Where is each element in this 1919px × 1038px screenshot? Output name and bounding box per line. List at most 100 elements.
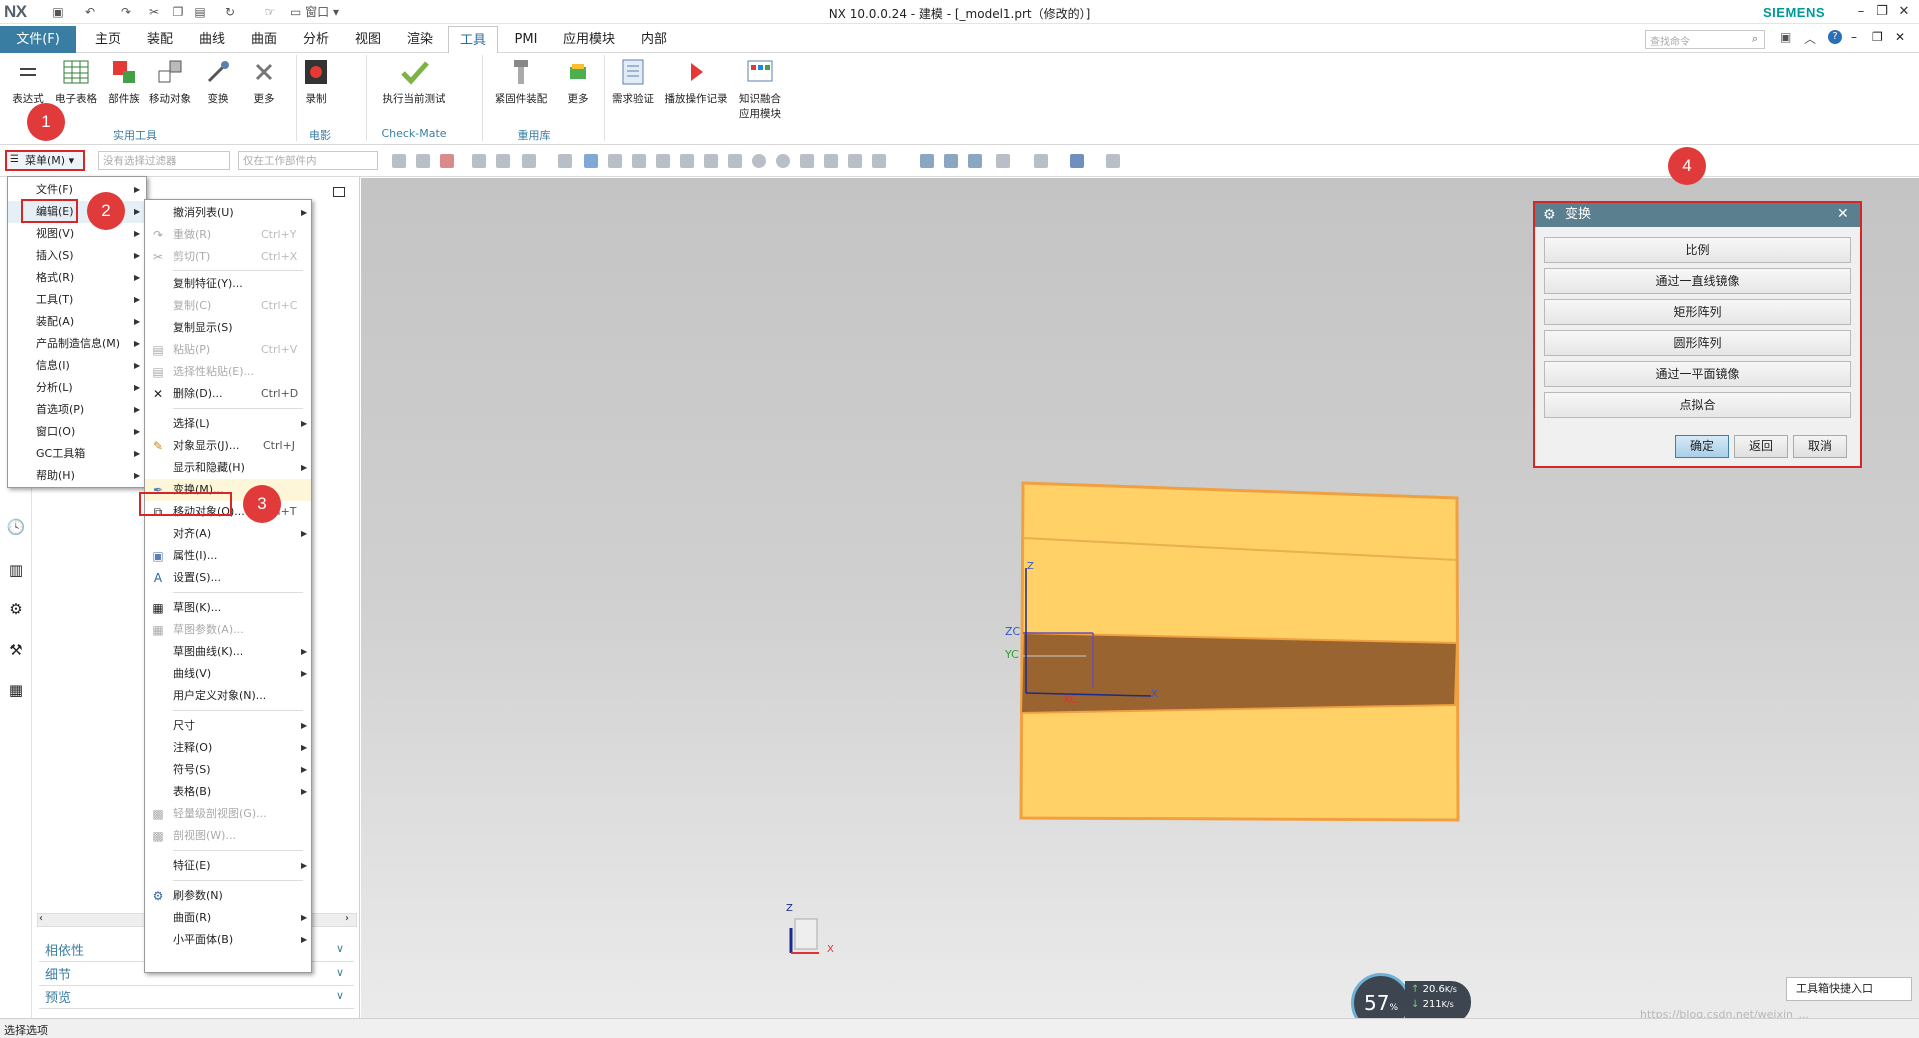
- curve-icon[interactable]: [680, 154, 694, 168]
- doc-close-icon[interactable]: ✕: [1895, 30, 1905, 44]
- tab-render[interactable]: 渲染: [400, 26, 440, 53]
- tab-surface[interactable]: 曲面: [244, 26, 284, 53]
- tab-analysis[interactable]: 分析: [296, 26, 336, 53]
- more-reuse-button[interactable]: 更多: [558, 57, 598, 119]
- menu-item-assembly[interactable]: 装配(A) ▶: [8, 311, 146, 333]
- menu-item-annotation[interactable]: 注释(O) ▶: [145, 737, 311, 759]
- doc-minimize-icon[interactable]: –: [1851, 30, 1857, 44]
- menu-item-pmi[interactable]: 产品制造信息(M) ▶: [8, 333, 146, 355]
- menu-item-tools[interactable]: 工具(T) ▶: [8, 289, 146, 311]
- chevron-down-icon[interactable]: ∨: [336, 989, 344, 1002]
- paste-icon[interactable]: ▤: [192, 4, 208, 20]
- orient-view-icon[interactable]: [1070, 154, 1084, 168]
- selection-filter-dropdown[interactable]: 没有选择过滤器: [98, 151, 230, 170]
- knowledge-fusion-button[interactable]: 知识融合应用模块: [734, 57, 786, 120]
- menu-item-insert[interactable]: 插入(S) ▶: [8, 245, 146, 267]
- menu-item-view[interactable]: 视图(V) ▶: [8, 223, 146, 245]
- snap-icon[interactable]: [416, 154, 430, 168]
- intersection-icon[interactable]: [728, 154, 742, 168]
- selection-scope-dropdown[interactable]: 仅在工作部件内: [238, 151, 378, 170]
- menu-item-symbol[interactable]: 符号(S) ▶: [145, 759, 311, 781]
- shaded-icon[interactable]: [584, 154, 598, 168]
- select-icon[interactable]: [440, 154, 454, 168]
- menu-item-file[interactable]: 文件(F) ▶: [8, 179, 146, 201]
- scroll-left-icon[interactable]: ‹: [39, 913, 43, 924]
- help-icon[interactable]: ?: [1828, 30, 1842, 44]
- menu-item-properties[interactable]: ▣ 属性(I)...: [145, 545, 311, 567]
- menu-item-udo[interactable]: 用户定义对象(N)...: [145, 685, 311, 707]
- chevron-down-icon[interactable]: ∨: [336, 966, 344, 979]
- record-button[interactable]: 录制: [298, 57, 334, 119]
- curve-icon[interactable]: [704, 154, 718, 168]
- search-icon[interactable]: ⌕: [1752, 32, 1758, 46]
- menu-item-copy-feature[interactable]: 复制特征(Y)...: [145, 273, 311, 295]
- zoom-icon[interactable]: [944, 154, 958, 168]
- line-icon[interactable]: [824, 154, 838, 168]
- circle-icon[interactable]: [752, 154, 766, 168]
- menu-item-delete[interactable]: ✕ 删除(D)... Ctrl+D: [145, 383, 311, 405]
- display-mode-icon[interactable]: ▣: [1780, 30, 1791, 44]
- tab-file[interactable]: 文件(F): [0, 26, 76, 53]
- palette-icon[interactable]: ▥: [6, 560, 26, 580]
- back-button[interactable]: 返回: [1734, 435, 1788, 458]
- menu-item-show-hide[interactable]: 显示和隐藏(H) ▶: [145, 457, 311, 479]
- fit-view-icon[interactable]: [920, 154, 934, 168]
- chevron-down-icon[interactable]: ∨: [336, 942, 344, 955]
- menu-item-brush-parameters[interactable]: ⚙ 刷参数(N): [145, 885, 311, 907]
- tab-curve[interactable]: 曲线: [192, 26, 232, 53]
- point-icon[interactable]: [848, 154, 862, 168]
- layout-icon[interactable]: [996, 154, 1010, 168]
- run-current-test-button[interactable]: 执行当前测试: [376, 57, 452, 119]
- collapse-ribbon-icon[interactable]: ︿: [1804, 30, 1816, 47]
- tab-home[interactable]: 主页: [88, 26, 128, 53]
- touch-mode-icon[interactable]: ☞: [262, 4, 278, 20]
- history-icon[interactable]: 🕓: [6, 517, 26, 537]
- menu-item-analysis[interactable]: 分析(L) ▶: [8, 377, 146, 399]
- doc-restore-icon[interactable]: ❐: [1872, 30, 1883, 44]
- menu-item-selection[interactable]: 选择(L) ▶: [145, 413, 311, 435]
- menu-item-preferences[interactable]: 首选项(P) ▶: [8, 399, 146, 421]
- menu-item-copy-display[interactable]: 复制显示(S): [145, 317, 311, 339]
- menu-item-object-display[interactable]: ✎ 对象显示(J)... Ctrl+J: [145, 435, 311, 457]
- tab-application[interactable]: 应用模块: [556, 26, 622, 53]
- scroll-right-icon[interactable]: ›: [345, 913, 349, 924]
- menu-item-information[interactable]: 信息(I) ▶: [8, 355, 146, 377]
- menu-item-help[interactable]: 帮助(H) ▶: [8, 465, 146, 487]
- copy-icon[interactable]: ❐: [170, 4, 186, 20]
- transform-button[interactable]: 变换: [198, 57, 238, 119]
- cut-icon[interactable]: ✂: [146, 4, 162, 20]
- cancel-button[interactable]: 取消: [1793, 435, 1847, 458]
- maximize-pane-icon[interactable]: [333, 187, 345, 197]
- requirements-validation-button[interactable]: 需求验证: [608, 57, 658, 119]
- view-icon[interactable]: [558, 154, 572, 168]
- tab-pmi[interactable]: PMI: [508, 26, 544, 53]
- menu-item-format[interactable]: 格式(R) ▶: [8, 267, 146, 289]
- part-family-button[interactable]: 部件族: [104, 57, 144, 119]
- menu-item-settings[interactable]: A 设置(S)...: [145, 567, 311, 589]
- menu-item-table[interactable]: 表格(B) ▶: [145, 781, 311, 803]
- play-journal-button[interactable]: 播放操作记录: [662, 57, 730, 119]
- circle-icon[interactable]: [776, 154, 790, 168]
- save-icon[interactable]: ▣: [50, 4, 66, 20]
- menu-item-window[interactable]: 窗口(O) ▶: [8, 421, 146, 443]
- box-select-icon[interactable]: [522, 154, 536, 168]
- tab-tools[interactable]: 工具: [448, 26, 498, 53]
- tab-internal[interactable]: 内部: [632, 26, 676, 53]
- roles-icon[interactable]: ⚙: [6, 599, 26, 619]
- mirror-through-plane-button[interactable]: 通过一平面镜像: [1544, 361, 1851, 387]
- menu-item-gc-toolkit[interactable]: GC工具箱 ▶: [8, 443, 146, 465]
- restore-icon[interactable]: ❐: [1871, 3, 1893, 21]
- web-browser-icon[interactable]: ▦: [6, 680, 26, 700]
- toolbox-shortcut[interactable]: 工具箱快捷入口: [1786, 977, 1912, 1001]
- repeat-command-icon[interactable]: ↻: [222, 4, 238, 20]
- line-icon[interactable]: [656, 154, 670, 168]
- snap-icon[interactable]: [392, 154, 406, 168]
- menu-item-dimension[interactable]: 尺寸 ▶: [145, 715, 311, 737]
- menu-item-curve[interactable]: 曲线(V) ▶: [145, 663, 311, 685]
- plus-icon[interactable]: [800, 154, 814, 168]
- menu-item-feature[interactable]: 特征(E) ▶: [145, 855, 311, 877]
- snap-icon[interactable]: [472, 154, 486, 168]
- tab-view[interactable]: 视图: [348, 26, 388, 53]
- menu-item-sketch[interactable]: ▦ 草图(K)...: [145, 597, 311, 619]
- menu-item-undo-list[interactable]: 撤消列表(U) ▶: [145, 202, 311, 224]
